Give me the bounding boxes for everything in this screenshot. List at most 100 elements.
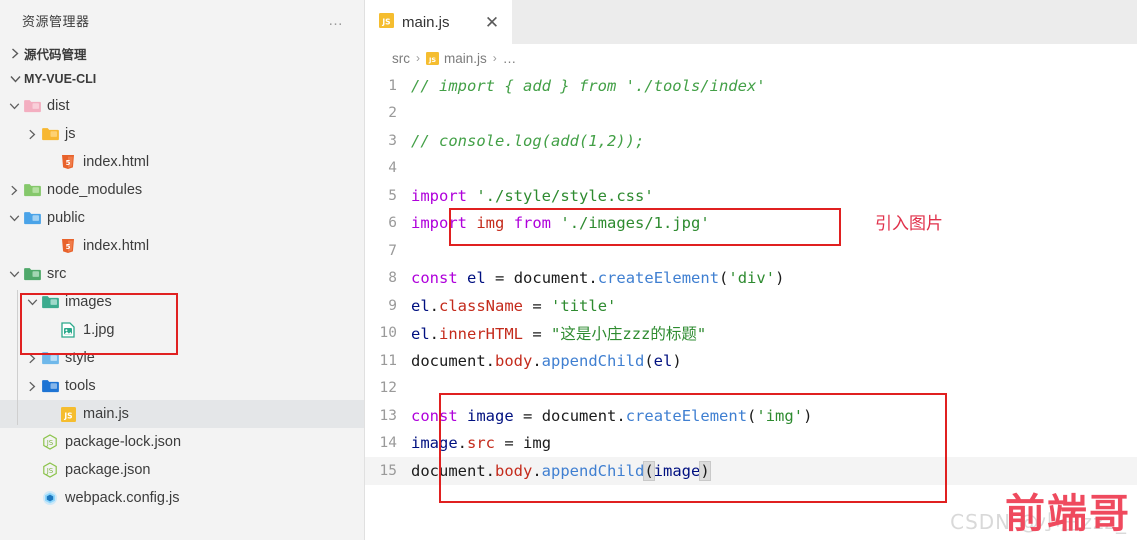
line-number: 9 xyxy=(388,297,397,314)
tree-item-label: package.json xyxy=(65,462,151,478)
tree-item-tools[interactable]: tools xyxy=(0,372,364,400)
code-line-11[interactable]: 11 document.body.appendChild(el) xyxy=(365,347,1137,375)
close-icon[interactable]: ✕ xyxy=(482,14,502,31)
code-line-6[interactable]: 6 import img from './images/1.jpg' xyxy=(365,210,1137,238)
tree-item-webpack-config-js[interactable]: webpack.config.js xyxy=(0,484,364,512)
chevron-right-icon[interactable] xyxy=(24,381,40,392)
svg-text:5: 5 xyxy=(66,243,71,251)
tree-item-label: style xyxy=(65,350,95,366)
sidebar-section-label: MY-VUE-CLI xyxy=(24,72,97,86)
code-line-14[interactable]: 14 image.src = img xyxy=(365,430,1137,458)
chevron-right-icon-2: › xyxy=(492,51,497,65)
tree-item-index-html[interactable]: 5 index.html xyxy=(0,148,364,176)
tree-item-label: node_modules xyxy=(47,182,143,198)
tree-item-label: dist xyxy=(47,98,70,114)
chevron-down-icon[interactable] xyxy=(6,270,22,279)
line-number: 6 xyxy=(388,215,397,232)
breadcrumb-item-main-js[interactable]: JS main.js xyxy=(426,51,487,66)
line-number: 7 xyxy=(388,242,397,259)
tree-item-package-lock-json[interactable]: JS package-lock.json xyxy=(0,428,364,456)
tree-item-1-jpg[interactable]: 1.jpg xyxy=(0,316,364,344)
code-line-10[interactable]: 10 el.innerHTML = "这是小庄zzz的标题" xyxy=(365,320,1137,348)
tree-item-images[interactable]: images xyxy=(0,288,364,316)
tree-item-index-html[interactable]: 5 index.html xyxy=(0,232,364,260)
sidebar-section-label: 源代码管理 xyxy=(24,47,87,62)
code-content[interactable]: 1 // import { add } from './tools/index' 2… xyxy=(365,72,1137,485)
webpack-icon xyxy=(40,489,60,507)
line-number: 12 xyxy=(379,380,397,397)
folder-src-icon xyxy=(22,265,42,283)
breadcrumb-label: main.js xyxy=(444,50,487,66)
line-text: // console.log(add(1,2)); xyxy=(411,131,645,150)
nodejs-icon: JS xyxy=(40,461,60,479)
line-text: import img from './images/1.jpg' xyxy=(411,214,710,233)
line-text: image.src = img xyxy=(411,434,552,453)
code-line-2[interactable]: 2 xyxy=(365,100,1137,128)
js-icon: JS xyxy=(426,51,439,65)
vscode-window: 资源管理器 … 源代码管理 MY-VUE-CLI dist js 5 index.ht… xyxy=(0,0,1137,540)
more-actions-icon[interactable]: … xyxy=(322,11,350,30)
file-tree: dist js 5 index.html node_modules public 5 inde… xyxy=(0,92,364,512)
line-number: 10 xyxy=(379,325,397,342)
line-text: document.body.appendChild(el) xyxy=(411,351,682,370)
line-text: const image = document.createElement('im… xyxy=(411,406,813,425)
sidebar-section-source-control[interactable]: 源代码管理 xyxy=(0,40,364,66)
line-text: document.body.appendChild(image) xyxy=(411,460,711,481)
svg-text:JS: JS xyxy=(63,411,72,420)
code-line-7[interactable]: 7 xyxy=(365,237,1137,265)
tree-item-label: images xyxy=(65,294,112,310)
folder-orange-icon xyxy=(40,125,60,143)
chevron-down-icon[interactable] xyxy=(6,214,22,223)
line-text: import './style/style.css' xyxy=(411,186,654,205)
tree-item-src[interactable]: src xyxy=(0,260,364,288)
svg-text:JS: JS xyxy=(381,17,390,26)
tree-item-public[interactable]: public xyxy=(0,204,364,232)
tree-item-main-js[interactable]: JS main.js xyxy=(0,400,364,428)
chevron-right-icon[interactable] xyxy=(24,353,40,364)
code-line-15[interactable]: 15 document.body.appendChild(image) xyxy=(365,457,1137,485)
breadcrumb-item-more[interactable]: … xyxy=(503,51,517,66)
code-line-3[interactable]: 3 // console.log(add(1,2)); xyxy=(365,127,1137,155)
folder-green-icon xyxy=(22,181,42,199)
code-line-8[interactable]: 8 const el = document.createElement('div'… xyxy=(365,265,1137,293)
line-number: 3 xyxy=(388,132,397,149)
tree-item-style[interactable]: style xyxy=(0,344,364,372)
js-icon: JS xyxy=(58,405,78,423)
chevron-down-icon[interactable] xyxy=(24,298,40,307)
code-line-5[interactable]: 5 import './style/style.css' xyxy=(365,182,1137,210)
tree-item-label: public xyxy=(47,210,85,226)
tree-item-label: index.html xyxy=(83,238,150,254)
breadcrumb-item-src[interactable]: src xyxy=(392,51,410,66)
tab-main-js[interactable]: JS main.js ✕ xyxy=(365,0,512,44)
svg-text:JS: JS xyxy=(428,55,436,63)
line-number: 13 xyxy=(379,407,397,424)
code-line-9[interactable]: 9 el.className = 'title' xyxy=(365,292,1137,320)
tree-item-label: js xyxy=(65,126,76,142)
code-line-12[interactable]: 12 xyxy=(365,375,1137,403)
chevron-right-icon[interactable] xyxy=(6,185,22,196)
line-text: el.className = 'title' xyxy=(411,296,617,315)
code-line-13[interactable]: 13 const image = document.createElement('… xyxy=(365,402,1137,430)
editor-tabbar: JS main.js ✕ xyxy=(365,0,1137,44)
tree-item-js[interactable]: js xyxy=(0,120,364,148)
js-icon: JS xyxy=(379,12,394,32)
line-number: 1 xyxy=(388,77,397,94)
folder-pink-icon xyxy=(22,97,42,115)
tree-item-label: 1.jpg xyxy=(83,322,115,338)
folder-style-icon xyxy=(40,349,60,367)
svg-text:JS: JS xyxy=(46,439,54,447)
tree-item-dist[interactable]: dist xyxy=(0,92,364,120)
chevron-right-icon: › xyxy=(416,51,420,65)
tree-item-label: src xyxy=(47,266,67,282)
chevron-right-icon[interactable] xyxy=(24,129,40,140)
line-number: 4 xyxy=(388,160,397,177)
code-line-4[interactable]: 4 xyxy=(365,155,1137,183)
sidebar-section-project[interactable]: MY-VUE-CLI xyxy=(0,66,364,92)
tree-item-package-json[interactable]: JS package.json xyxy=(0,456,364,484)
code-line-1[interactable]: 1 // import { add } from './tools/index' xyxy=(365,72,1137,100)
tab-label: main.js xyxy=(402,13,450,31)
image-file-icon xyxy=(58,321,78,339)
chevron-down-icon[interactable] xyxy=(6,102,22,111)
html5-icon: 5 xyxy=(58,153,78,171)
tree-item-node_modules[interactable]: node_modules xyxy=(0,176,364,204)
